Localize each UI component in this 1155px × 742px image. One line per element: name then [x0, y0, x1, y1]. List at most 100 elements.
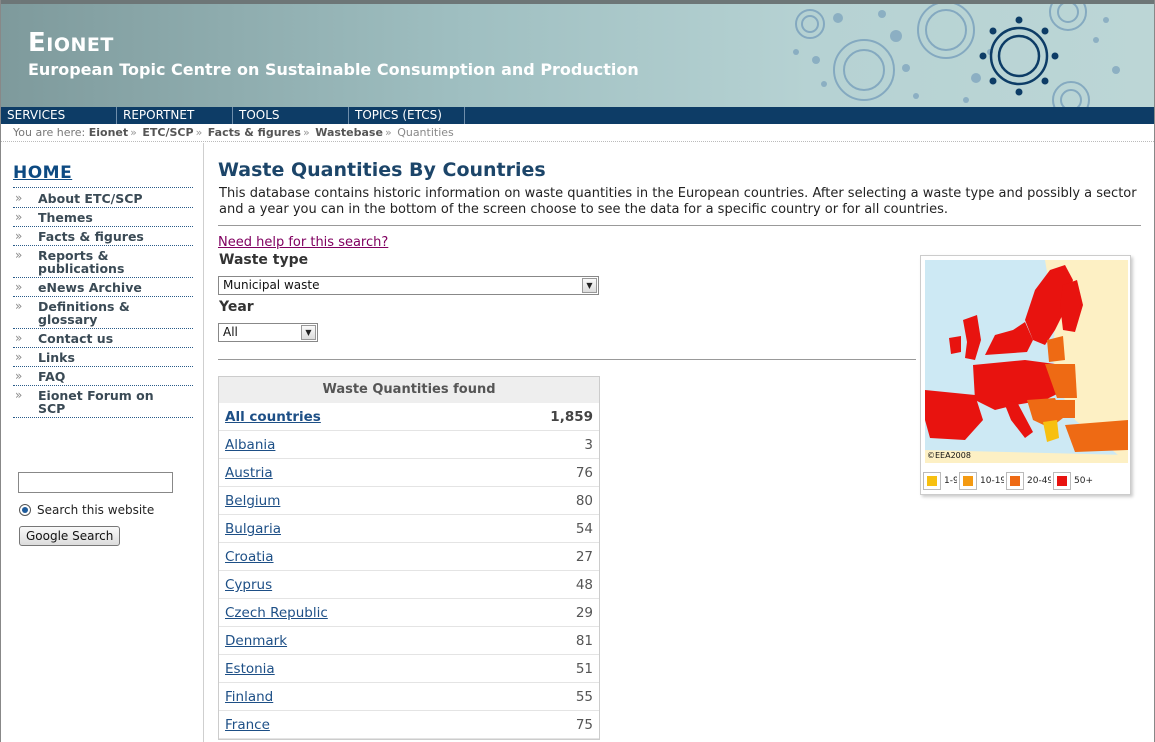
legend-label: 50+ — [1074, 476, 1093, 486]
table-row: Czech Republic 29 — [219, 599, 599, 627]
country-link[interactable]: France — [225, 711, 270, 739]
results-table: Waste Quantities found All countries 1,85… — [218, 376, 600, 740]
search-scope-option[interactable]: Search this website — [19, 503, 154, 517]
country-link[interactable]: Albania — [225, 431, 275, 459]
breadcrumb-facts-figures[interactable]: Facts & figures — [208, 126, 301, 139]
quantity-count: 81 — [575, 633, 593, 649]
double-chevron-right-icon: » — [15, 280, 23, 294]
nav-tools[interactable]: TOOLS — [233, 107, 349, 124]
sidebar-item-contact[interactable]: » Contact us — [13, 329, 193, 348]
legend-label: 1-9 — [944, 476, 957, 486]
legend-item-20-49: 20-49 — [1006, 472, 1051, 490]
nav-services[interactable]: SERVICES — [1, 107, 117, 124]
europe-map[interactable]: ©EEA2008 — [925, 260, 1128, 463]
table-row: Austria 76 — [219, 459, 599, 487]
table-row: Croatia 27 — [219, 543, 599, 571]
legend-swatch — [923, 472, 941, 490]
table-row: Belgium 80 — [219, 487, 599, 515]
sidebar-item-enews[interactable]: » eNews Archive — [13, 278, 193, 297]
sidebar-item-facts-figures[interactable]: » Facts & figures — [13, 227, 193, 246]
decorative-circles-icon — [793, 4, 1120, 107]
double-chevron-right-icon: » — [15, 350, 23, 364]
radio-selected-icon[interactable] — [19, 504, 31, 516]
quantity-count: 48 — [575, 577, 593, 593]
table-row: Estonia 51 — [219, 655, 599, 683]
divider — [218, 359, 916, 360]
country-link[interactable]: Finland — [225, 683, 273, 711]
sidebar: HOME » About ETC/SCP » Themes » Facts & fig… — [1, 143, 204, 742]
map-legend: 1-9 10-19 20-49 50+ — [921, 469, 1130, 493]
breadcrumb-eionet[interactable]: Eionet — [89, 126, 128, 139]
breadcrumb-separator: » — [130, 126, 137, 139]
quantity-count: 75 — [575, 717, 593, 733]
double-chevron-right-icon: » — [15, 299, 23, 313]
sidebar-item-label: Links — [38, 350, 75, 365]
double-chevron-right-icon: » — [15, 369, 23, 383]
quantity-count: 29 — [575, 605, 593, 621]
legend-label: 10-19 — [980, 476, 1004, 486]
sidebar-item-label: Reports & publications — [38, 248, 125, 276]
sidebar-item-label: Facts & figures — [38, 229, 144, 244]
dropdown-arrow-icon[interactable]: ▼ — [582, 278, 597, 293]
search-scope-label: Search this website — [37, 503, 155, 517]
site-name-initial: E — [28, 28, 47, 58]
sidebar-item-reports[interactable]: » Reports & publications — [13, 246, 193, 278]
country-link[interactable]: Czech Republic — [225, 599, 328, 627]
sidebar-item-label: About ETC/SCP — [38, 191, 143, 206]
site-logo[interactable]: EIONET — [28, 28, 114, 58]
breadcrumb-wastebase[interactable]: Wastebase — [315, 126, 383, 139]
sidebar-menu: » About ETC/SCP » Themes » Facts & figures … — [13, 189, 193, 418]
intro-text: This database contains historic informat… — [219, 186, 1137, 217]
legend-swatch — [1053, 472, 1071, 490]
top-navigation: SERVICES REPORTNET TOOLS TOPICS (ETCS) — [1, 107, 1154, 124]
breadcrumb-current: Quantities — [397, 126, 454, 139]
quantity-count: 3 — [584, 437, 593, 453]
quantity-count: 27 — [575, 549, 593, 565]
quantity-count: 80 — [575, 493, 593, 509]
page: EIONET European Topic Centre on Sustaina… — [0, 0, 1155, 742]
table-row: Cyprus 48 — [219, 571, 599, 599]
google-search-button[interactable]: Google Search — [19, 526, 121, 546]
year-select[interactable]: All ▼ — [218, 323, 318, 342]
help-link[interactable]: Need help for this search? — [218, 235, 388, 250]
sidebar-item-themes[interactable]: » Themes — [13, 208, 193, 227]
site-name-rest: IONET — [46, 34, 114, 56]
double-chevron-right-icon: » — [15, 248, 23, 262]
breadcrumb-etc-scp[interactable]: ETC/SCP — [142, 126, 193, 139]
country-link[interactable]: All countries — [225, 403, 321, 431]
waste-type-label: Waste type — [219, 252, 309, 268]
double-chevron-right-icon: » — [15, 191, 23, 205]
site-tagline: European Topic Centre on Sustainable Con… — [28, 60, 639, 79]
sidebar-item-forum[interactable]: » Eionet Forum on SCP — [13, 386, 193, 418]
country-link[interactable]: Belgium — [225, 487, 280, 515]
country-link[interactable]: Austria — [225, 459, 273, 487]
dropdown-arrow-icon[interactable]: ▼ — [301, 325, 316, 340]
waste-type-select[interactable]: Municipal waste ▼ — [218, 276, 599, 295]
sidebar-item-about[interactable]: » About ETC/SCP — [13, 189, 193, 208]
sidebar-item-label: Eionet Forum on SCP — [38, 388, 154, 416]
country-link[interactable]: Estonia — [225, 655, 275, 683]
country-link[interactable]: Croatia — [225, 543, 274, 571]
home-link[interactable]: HOME — [13, 163, 72, 183]
home-divider — [13, 187, 193, 188]
quantity-count: 54 — [575, 521, 593, 537]
country-link[interactable]: Cyprus — [225, 571, 272, 599]
quantity-count: 55 — [575, 689, 593, 705]
waste-type-value: Municipal waste — [223, 278, 320, 292]
sidebar-item-faq[interactable]: » FAQ — [13, 367, 193, 386]
map-credit: ©EEA2008 — [927, 451, 971, 460]
sidebar-item-links[interactable]: » Links — [13, 348, 193, 367]
country-link[interactable]: Denmark — [225, 627, 287, 655]
legend-swatch — [959, 472, 977, 490]
breadcrumb-separator: » — [384, 126, 392, 139]
results-heading: Waste Quantities found — [219, 377, 599, 403]
search-input[interactable] — [18, 472, 173, 493]
table-row: Finland 55 — [219, 683, 599, 711]
country-link[interactable]: Bulgaria — [225, 515, 281, 543]
legend-label: 20-49 — [1027, 476, 1051, 486]
nav-topics[interactable]: TOPICS (ETCS) — [349, 107, 465, 124]
double-chevron-right-icon: » — [15, 388, 23, 402]
nav-reportnet[interactable]: REPORTNET — [117, 107, 233, 124]
sidebar-item-definitions[interactable]: » Definitions & glossary — [13, 297, 193, 329]
sidebar-item-label: FAQ — [38, 369, 66, 384]
